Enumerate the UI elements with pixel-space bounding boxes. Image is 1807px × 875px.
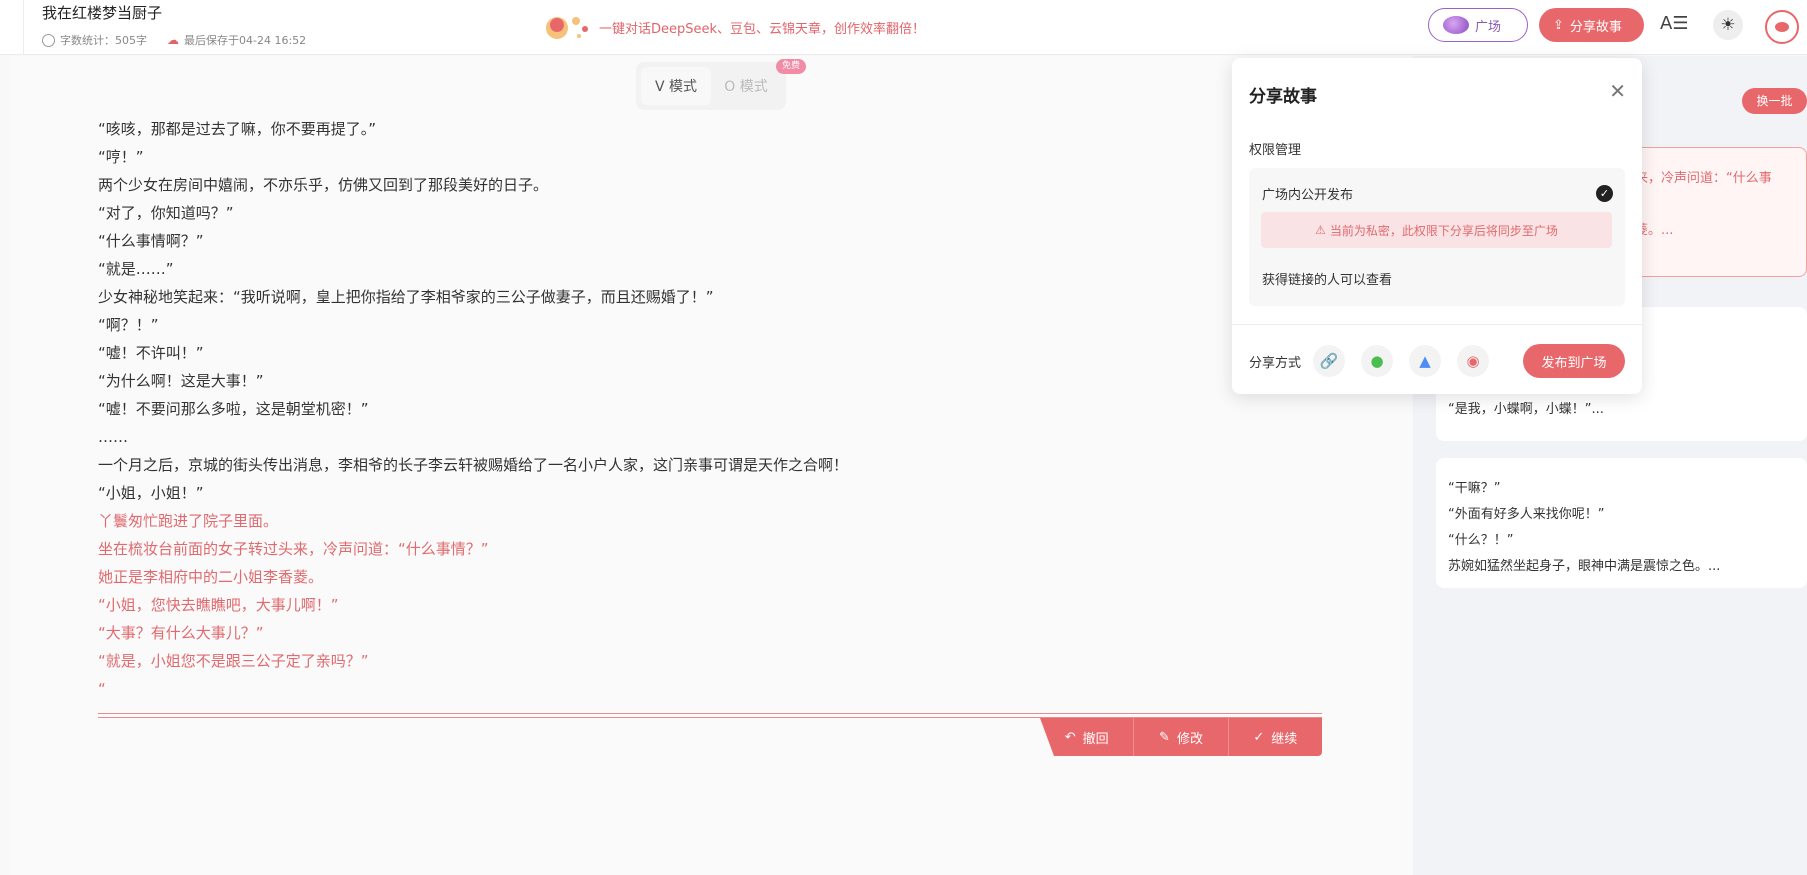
story-line: 少女神秘地笑起来：“我听说啊，皇上把你指给了李相爷家的三公子做妻子，而且还赐婚了… [98,288,714,306]
warning-text: 当前为私密，此权限下分享后将同步至广场 [1329,223,1558,238]
link-icon[interactable]: 🔗 [1313,345,1345,377]
story-text[interactable]: “咳咳，那都是过去了嘛，你不要再提了。” “哼！” 两个少女在房间中嬉闹，不亦乐… [98,115,1318,703]
share-story-button[interactable]: ⇪ 分享故事 [1539,8,1644,42]
public-option[interactable]: 广场内公开发布 [1262,184,1353,203]
share-story-modal: 分享故事 ✕ 权限管理 广场内公开发布 ✓ ⚠ 当前为私密，此权限下分享后将同步… [1232,58,1642,394]
story-line: “什么事情啊？” [98,232,204,250]
word-count-icon [42,33,55,47]
story-line: “嘘！不许叫！” [98,344,204,362]
qq-icon[interactable]: ▲ [1409,345,1441,377]
pen-icon: ✎ [1159,729,1170,745]
promo-text: 一键对话DeepSeek、豆包、云锦天章，创作效率翻倍！ [599,21,926,37]
generated-line: 坐在梳妆台前面的女子转过头来，冷声问道：“什么事情？” [98,540,489,558]
generated-line: “就是，小姐您不是跟三公子定了亲吗？” [98,652,369,670]
story-line: 两个少女在房间中嬉闹，不亦乐乎，仿佛又回到了那段美好的日子。 [98,176,549,194]
weibo-icon[interactable]: ◉ [1457,345,1489,377]
card-line: “是我，小蝶啊，小蝶！”... [1448,402,1604,417]
mascot-icon [546,17,588,39]
word-count: 字数统计：505字 [60,34,147,47]
free-badge: 免费 [776,59,807,74]
plaza-button[interactable]: 广场 [1428,8,1528,42]
user-avatar[interactable] [1765,10,1799,44]
plaza-button-label: 广场 [1475,19,1502,35]
promo-banner[interactable]: 一键对话DeepSeek、豆包、云锦天章，创作效率翻倍！ [543,12,925,42]
wechat-icon[interactable]: ● [1361,345,1393,377]
undo-label: 撤回 [1082,731,1109,747]
mode-toggle: V 模式 O 模式 [636,62,786,110]
share-icon: ⇪ [1553,17,1564,33]
share-method-row: 分享方式 🔗 ● ▲ ◉ 发布到广场 [1249,343,1625,379]
edit-label: 修改 [1176,731,1203,747]
checkmark-icon[interactable]: ✓ [1596,185,1613,202]
refresh-batch-button[interactable]: 换一批 [1742,88,1807,114]
edit-button[interactable]: ✎ 修改 [1134,718,1229,756]
story-line: “就是……” [98,260,174,278]
story-line: “哼！” [98,148,144,166]
share-story-label: 分享故事 [1569,19,1622,35]
undo-button[interactable]: ↶ 撤回 [1040,718,1135,756]
story-line: …… [98,428,128,446]
close-icon[interactable]: ✕ [1609,81,1626,101]
last-saved: 最后保存于04-24 16:52 [184,34,307,47]
generated-line: “小姐，您快去瞧瞧吧，大事儿啊！” [98,596,339,614]
link-option[interactable]: 获得链接的人可以查看 [1262,269,1392,288]
generated-line: 丫鬟匆忙跑进了院子里面。 [98,512,279,530]
continue-button[interactable]: ✓ 继续 [1229,718,1322,756]
left-edge [0,0,24,55]
card-line: “干嘛？” [1448,481,1501,496]
story-line: “啊？！” [98,316,159,334]
document-title[interactable]: 我在红楼梦当厨子 [42,2,162,23]
check-icon: ✓ [1253,729,1265,745]
modal-divider [1232,324,1642,325]
generated-line: “ [98,680,106,698]
theme-toggle-icon[interactable]: ☀ [1713,10,1743,40]
generation-action-bar: ↶ 撤回 ✎ 修改 ✓ 继续 [1040,718,1322,756]
generated-line: “大事？有什么大事儿？” [98,624,264,642]
cloud-save-icon: ☁ [167,33,179,47]
story-line: “咳咳，那都是过去了嘛，你不要再提了。” [98,120,377,138]
generated-line: 她正是李相府中的二小姐李香菱。 [98,568,324,586]
warning-icon: ⚠ [1315,223,1326,237]
permission-label: 权限管理 [1249,143,1302,158]
story-line: 一个月之后，京城的街头传出消息，李相爷的长子李云轩被赐婚给了一名小户人家，这门亲… [98,456,849,474]
planet-icon [1443,16,1469,34]
font-size-icon[interactable]: A☰ [1660,13,1688,34]
publish-to-plaza-button[interactable]: 发布到广场 [1523,344,1625,378]
o-mode-tab[interactable]: O 模式 [711,67,781,105]
continue-label: 继续 [1271,731,1298,747]
permission-options: 广场内公开发布 ✓ ⚠ 当前为私密，此权限下分享后将同步至广场 获得链接的人可以… [1249,168,1625,306]
card-line: “外面有好多人来找你呢！” [1448,507,1605,522]
generation-divider [98,713,1322,718]
v-mode-tab[interactable]: V 模式 [641,67,711,105]
share-method-label: 分享方式 [1249,355,1302,371]
story-line: “对了，你知道吗？” [98,204,234,222]
warning-banner: ⚠ 当前为私密，此权限下分享后将同步至广场 [1261,212,1612,248]
card-line: 苏婉如猛然坐起身子，眼神中满是震惊之色。... [1448,559,1721,574]
story-line: “小姐，小姐！” [98,484,204,502]
story-line: “嘘！不要问那么多啦，这是朝堂机密！” [98,400,369,418]
top-bar: 我在红楼梦当厨子 字数统计：505字 ☁ 最后保存于04-24 16:52 一键对… [0,0,1807,55]
card-line: “什么？！” [1448,533,1514,548]
document-stats: 字数统计：505字 ☁ 最后保存于04-24 16:52 [42,32,306,48]
undo-icon: ↶ [1064,729,1076,745]
modal-title: 分享故事 [1249,87,1317,107]
story-line: “为什么啊！这是大事！” [98,372,264,390]
suggestion-card[interactable]: “干嘛？” “外面有好多人来找你呢！” “什么？！” 苏婉如猛然坐起身子，眼神中… [1436,458,1807,588]
